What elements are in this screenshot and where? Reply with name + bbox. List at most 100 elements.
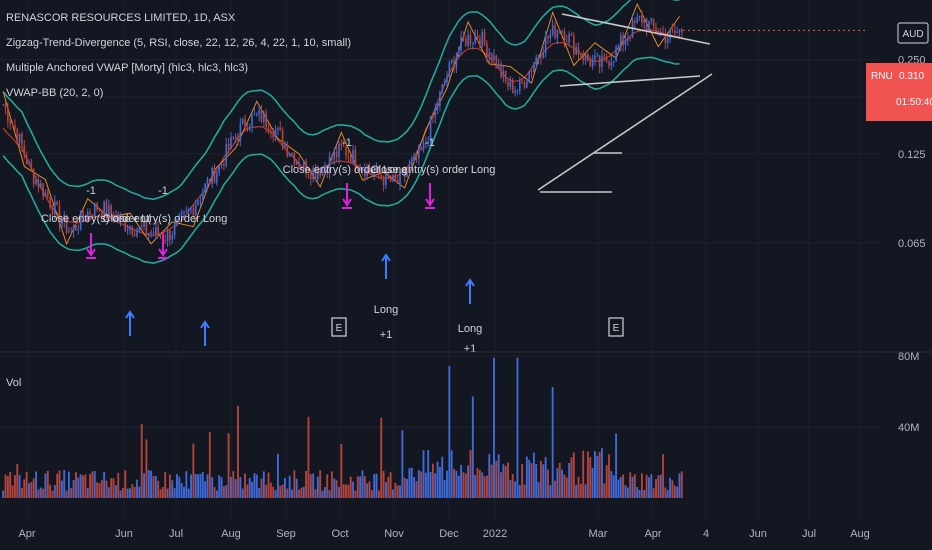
volume-bar	[9, 472, 12, 498]
candle-body	[631, 20, 634, 38]
volume-bar	[493, 357, 495, 498]
volume-bar	[309, 474, 312, 498]
volume-bar	[657, 475, 660, 498]
time-axis[interactable]: Apr Jun Jul Aug Sep Oct Nov Dec 2022 Mar Apr 4 Jun Ju…	[18, 528, 869, 540]
candle-body	[622, 35, 624, 46]
candle-body	[638, 15, 641, 18]
candle-body	[234, 136, 237, 138]
candle-body	[333, 151, 336, 160]
volume-bar	[201, 471, 204, 498]
candle-body	[136, 229, 138, 237]
candle-body	[260, 109, 263, 122]
stock-chart[interactable]: -1Close entry(s) order L(-1Close entry(s…	[0, 0, 932, 550]
volume-bar	[511, 474, 514, 498]
volume-bar	[448, 366, 451, 498]
volume-bar	[608, 454, 610, 498]
candle-body	[582, 55, 585, 61]
trendlines[interactable]	[537, 13, 866, 193]
volume-bar	[354, 490, 357, 498]
price-tick-label: 0.065	[898, 238, 926, 250]
volume-bar	[605, 465, 608, 498]
candle-body	[154, 227, 157, 235]
trendline	[561, 13, 711, 45]
candle-body	[223, 163, 225, 166]
volume-bar	[488, 454, 491, 498]
volume-bar	[349, 476, 352, 498]
candle-body	[159, 235, 162, 237]
volume-bar	[603, 483, 606, 498]
candle-body	[641, 15, 643, 23]
volume-bar	[619, 477, 622, 498]
candle-body	[472, 42, 474, 44]
volume-bar	[615, 433, 618, 498]
candle-body	[434, 107, 437, 117]
volume-bar	[436, 461, 439, 498]
candle-body	[272, 133, 275, 138]
indicator-zigzag-label[interactable]: Zigzag-Trend-Divergence (5, RSI, close, …	[6, 37, 351, 49]
volume-bar	[500, 472, 502, 498]
volume-bar	[370, 490, 373, 498]
candle-body	[563, 31, 566, 42]
candle-body	[187, 209, 190, 211]
volume-bar	[659, 474, 662, 498]
volume-bar	[539, 460, 542, 498]
candle-body	[497, 63, 500, 69]
volume-bar	[570, 457, 573, 498]
candle-body	[500, 63, 502, 78]
volume-bar	[622, 474, 625, 498]
candle-body	[488, 52, 491, 57]
volume-bar	[624, 485, 627, 498]
volume-bar	[394, 482, 397, 498]
candle-body	[241, 119, 244, 125]
candle-body	[676, 32, 678, 34]
candle-body	[211, 167, 213, 185]
volume-bar	[131, 484, 134, 498]
volume-bar	[274, 490, 277, 498]
candle-body	[28, 161, 30, 165]
volume-bar	[126, 488, 129, 498]
candle-body	[523, 82, 526, 88]
candle-body	[518, 80, 521, 91]
indicator-vwapbb-label[interactable]: VWAP-BB (20, 2, 0)	[6, 87, 103, 99]
volume-bar	[612, 475, 615, 498]
candle-body	[239, 124, 242, 141]
volume-bar	[601, 448, 603, 498]
volume-bar	[478, 469, 481, 498]
signal-annotation: -1	[342, 137, 352, 149]
volume-bar	[284, 477, 286, 498]
volume-bar	[86, 488, 89, 498]
time-tick-label: 4	[703, 528, 709, 540]
candle-body	[37, 179, 40, 188]
volume-bar	[16, 464, 19, 498]
candle-body	[483, 31, 486, 44]
candle-body	[44, 192, 47, 197]
candle-body	[441, 83, 444, 92]
candle-body	[251, 114, 253, 127]
volume-bar	[579, 483, 582, 498]
indicator-vwap-label[interactable]: Multiple Anchored VWAP [Morty] (hlc3, hl…	[6, 62, 248, 74]
volume-axis[interactable]: 80M 40M	[898, 351, 919, 434]
candle-body	[634, 20, 636, 24]
volume-bar	[237, 405, 239, 498]
volume-bar	[671, 480, 674, 498]
chart-title: RENASCOR RESOURCES LIMITED, 1D, ASX	[6, 12, 236, 24]
volume-bar	[528, 459, 531, 498]
volume-bar	[98, 483, 101, 498]
volume-bar	[502, 464, 505, 498]
candle-body	[25, 155, 28, 165]
volume-bar	[417, 470, 420, 498]
volume-bar	[347, 484, 350, 498]
volume-bar	[375, 473, 378, 498]
volume-bar	[77, 477, 80, 498]
price-tick-label: 0.125	[898, 149, 926, 161]
volume-bar	[591, 468, 594, 498]
candle-body	[572, 35, 575, 55]
volume-bar	[211, 477, 214, 498]
volume-bar	[258, 488, 261, 498]
volume-bar	[389, 472, 392, 498]
volume-bar	[366, 483, 369, 498]
volume-bar	[32, 478, 35, 498]
volume-bar	[673, 485, 676, 498]
candle-body	[507, 81, 509, 87]
volume-bar	[262, 471, 265, 498]
